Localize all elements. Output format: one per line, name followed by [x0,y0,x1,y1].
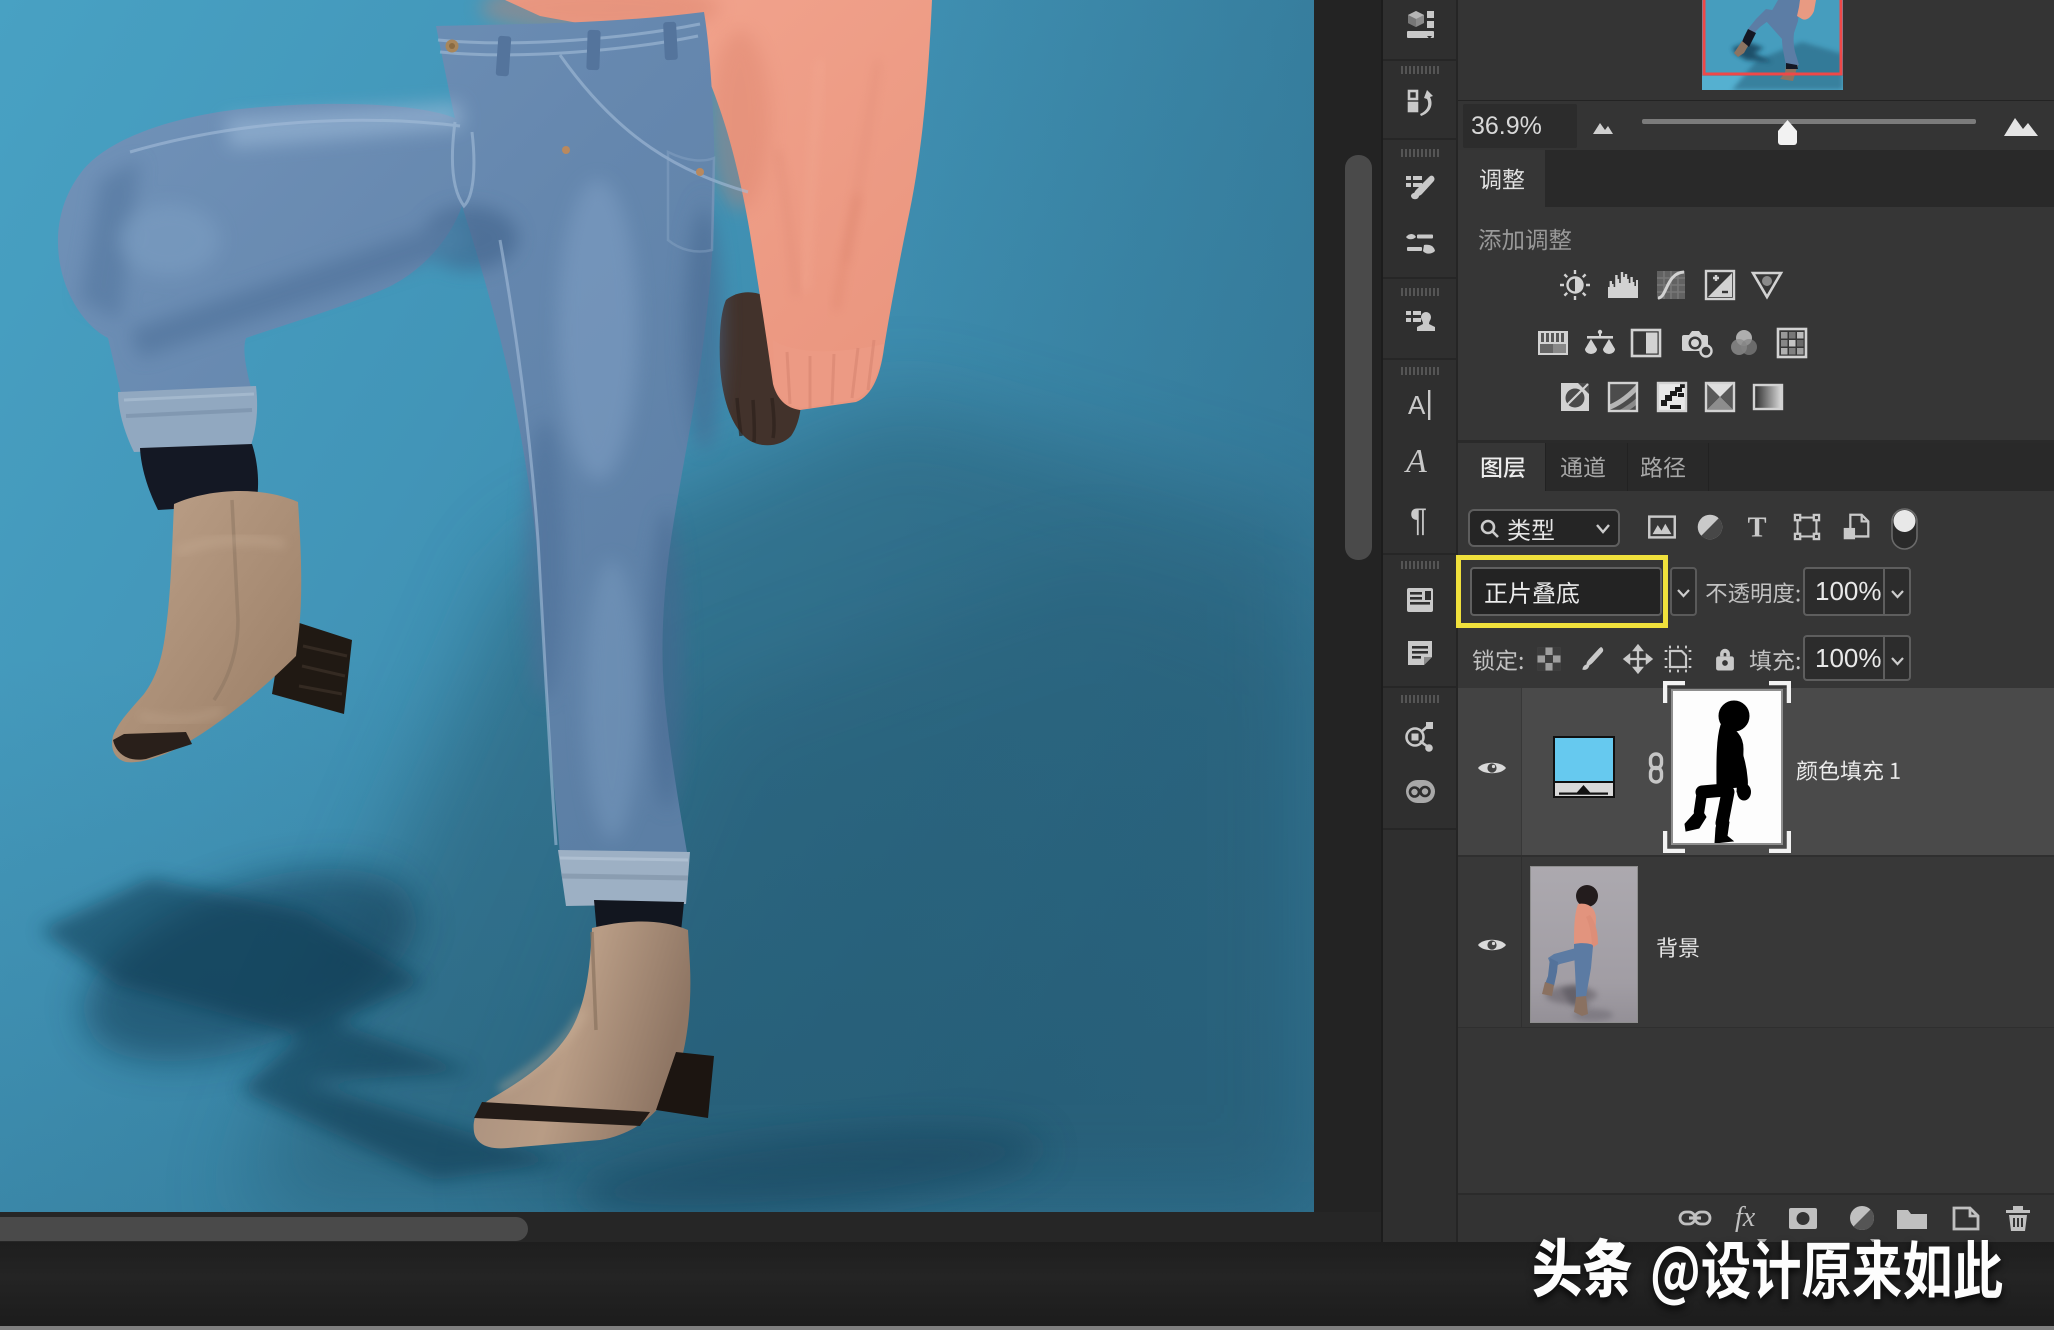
svg-text:A: A [1408,390,1426,420]
svg-text:A: A [1404,443,1427,480]
svg-text:T: T [1748,512,1767,543]
svg-text:¶: ¶ [1410,502,1427,538]
